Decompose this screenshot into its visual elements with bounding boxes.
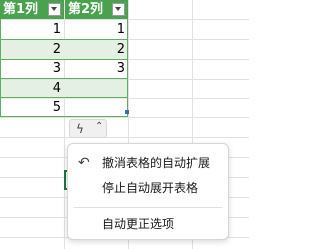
table-header-col2[interactable]: 第2列: [65, 0, 128, 19]
filter-dropdown-icon[interactable]: [48, 3, 61, 16]
menu-item-label: 撤消表格的自动扩展: [102, 156, 211, 170]
header-label: 第2列: [68, 2, 104, 17]
table-cell[interactable]: 2: [64, 40, 128, 59]
menu-item-autocorrect-options[interactable]: 自动更正选项: [68, 212, 228, 236]
table-cell[interactable]: [64, 98, 128, 117]
undo-icon: ↶: [78, 155, 90, 171]
table-cell[interactable]: 2: [0, 40, 64, 59]
menu-item-undo-table-autoexpand[interactable]: ↶ 撤消表格的自动扩展: [68, 151, 228, 175]
table-header-col1[interactable]: 第1列: [0, 0, 64, 19]
menu-divider: [74, 207, 222, 208]
table-cell[interactable]: 3: [64, 59, 128, 78]
table-cell[interactable]: 1: [64, 20, 128, 39]
table-cell[interactable]: 3: [0, 59, 64, 78]
menu-item-label: 自动更正选项: [102, 217, 175, 231]
menu-item-stop-autoexpand[interactable]: 停止自动展开表格: [68, 176, 228, 200]
table-cell[interactable]: 4: [0, 79, 64, 98]
table-cell[interactable]: 5: [0, 98, 64, 117]
table-cell[interactable]: [64, 79, 128, 98]
lightning-icon: ϟ: [76, 122, 84, 136]
table-resize-handle[interactable]: [125, 110, 129, 114]
chevron-up-icon: ⌃: [95, 121, 104, 132]
header-label: 第1列: [3, 2, 39, 17]
grid-line: [0, 137, 249, 138]
filter-dropdown-icon[interactable]: [112, 3, 125, 16]
autocorrect-options-button[interactable]: ϟ ⌃: [69, 119, 107, 138]
grid-line: [0, 117, 249, 118]
menu-item-label: 停止自动展开表格: [102, 181, 199, 195]
table-cell[interactable]: 1: [0, 20, 64, 39]
autocorrect-options-menu: ↶ 撤消表格的自动扩展 停止自动展开表格 自动更正选项: [67, 143, 229, 240]
